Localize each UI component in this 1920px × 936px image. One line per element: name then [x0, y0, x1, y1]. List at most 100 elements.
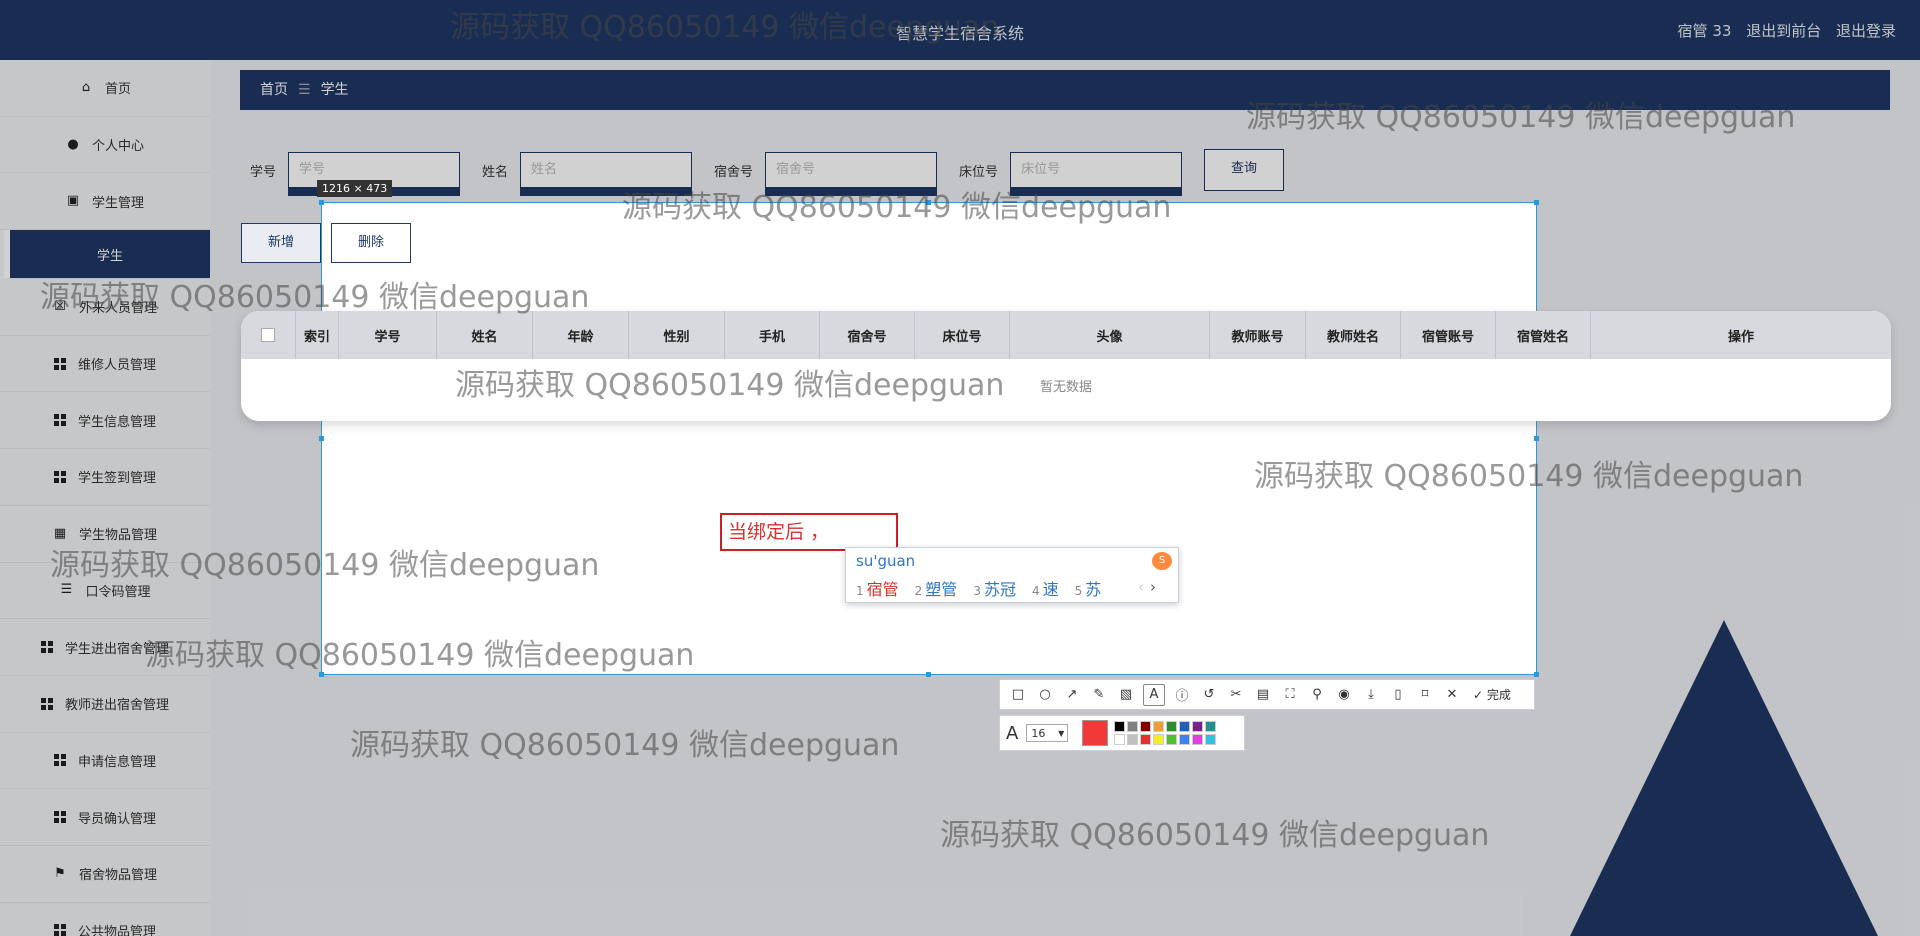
column-header: 宿舍号 [820, 311, 915, 359]
sidebar-item-student-mgmt[interactable]: ▣ 学生管理 [0, 173, 210, 231]
color-swatch[interactable] [1127, 734, 1139, 745]
user-area: 宿管 33 退出到前台 退出登录 [1668, 20, 1896, 41]
ime-candidate[interactable]: 1 宿管 [856, 576, 899, 600]
sidebar-item-public-goods[interactable]: 公共物品管理 [0, 903, 210, 936]
record-icon[interactable]: ◉ [1334, 685, 1354, 705]
sidebar-item-label: 维修人员管理 [77, 358, 156, 374]
font-size-select[interactable]: 16 [1026, 724, 1069, 743]
search-filters: 学号 学号 姓名 姓名 宿舍号 宿舍号 床位号 床位号 查询 [250, 149, 1285, 191]
capture-selection[interactable]: 新增 删除 索引 学号 姓名 年龄 性别 手机 宿舍号 床位号 头像 教师账号 … [241, 200, 1891, 677]
number-tool-icon[interactable]: ⓘ [1172, 685, 1192, 705]
arrow-tool-icon[interactable]: ↗ [1062, 685, 1082, 705]
color-swatch[interactable] [1179, 721, 1191, 732]
ime-candidate[interactable]: 3 苏冠 [973, 576, 1016, 600]
color-swatch[interactable] [1140, 721, 1152, 732]
resize-handle[interactable] [926, 672, 931, 677]
download-icon[interactable]: ⤓ [1361, 685, 1381, 705]
resize-handle[interactable] [1534, 200, 1539, 205]
name-input[interactable]: 姓名 [520, 152, 693, 188]
ellipse-tool-icon[interactable]: ○ [1035, 685, 1055, 705]
color-swatch[interactable] [1114, 734, 1126, 745]
sidebar-item-passcode[interactable]: ☰ 口令码管理 [0, 563, 210, 620]
pen-tool-icon[interactable]: ✎ [1089, 685, 1109, 705]
sidebar-item-repair[interactable]: 维修人员管理 [0, 336, 210, 393]
grid-icon [53, 414, 66, 427]
annotation-text-box[interactable]: 当绑定后 ， [720, 513, 898, 551]
column-header: 学号 [339, 311, 437, 359]
column-header: 床位号 [915, 311, 1010, 359]
logout-link[interactable]: 退出登录 [1836, 22, 1896, 40]
breadcrumb-home[interactable]: 首页 [260, 82, 288, 98]
mosaic-tool-icon[interactable]: ▧ [1116, 685, 1136, 705]
color-swatch[interactable] [1192, 721, 1204, 732]
ime-candidate[interactable]: 2 塑管 [915, 576, 958, 600]
flag-icon: ⚑ [54, 865, 66, 881]
resize-handle[interactable] [319, 436, 324, 441]
dorm-number-input[interactable]: 宿舍号 [765, 152, 938, 188]
bed-number-input[interactable]: 床位号 [1010, 152, 1183, 188]
user-icon: ● [67, 136, 79, 152]
done-button[interactable]: ✓ 完成 [1473, 686, 1511, 703]
query-button[interactable]: 查询 [1204, 149, 1285, 191]
color-swatch[interactable] [1205, 734, 1217, 745]
color-swatch[interactable] [1179, 734, 1191, 745]
ime-candidate[interactable]: 4速 [1032, 576, 1059, 600]
undo-icon[interactable]: ↺ [1199, 685, 1219, 705]
sidebar-item-profile[interactable]: ● 个人中心 [0, 117, 210, 174]
color-swatch[interactable] [1192, 734, 1204, 745]
color-swatch[interactable] [1127, 721, 1139, 732]
scissors-icon[interactable]: ✂ [1226, 685, 1246, 705]
sidebar-item-student[interactable]: 学生 [4, 230, 210, 280]
grid-icon [40, 697, 53, 710]
sidebar-item-student-info[interactable]: 学生信息管理 [0, 392, 210, 450]
front-link[interactable]: 退出到前台 [1746, 22, 1821, 40]
color-swatch[interactable] [1153, 721, 1165, 732]
delete-button[interactable]: 删除 [331, 223, 411, 263]
current-color-swatch[interactable] [1082, 720, 1109, 746]
column-header: 姓名 [437, 311, 533, 359]
sidebar-item-counselor[interactable]: 导员确认管理 [0, 789, 210, 846]
sidebar-item-label: 宿舍物品管理 [78, 868, 157, 884]
sidebar-item-goods[interactable]: ▦ 学生物品管理 [0, 506, 210, 563]
select-all-checkbox[interactable] [241, 311, 296, 359]
sidebar-item-applications[interactable]: 申请信息管理 [0, 733, 210, 790]
color-swatch[interactable] [1166, 734, 1178, 745]
color-swatch[interactable] [1205, 721, 1217, 732]
phone-icon[interactable]: ▯ [1388, 685, 1408, 705]
column-header: 索引 [296, 311, 339, 359]
resize-handle[interactable] [1534, 672, 1539, 677]
resize-handle[interactable] [319, 672, 324, 677]
sidebar-item-student-access[interactable]: 学生进出宿舍管理 [0, 619, 210, 676]
rectangle-tool-icon[interactable]: □ [1008, 685, 1028, 705]
pin-icon[interactable]: ⚲ [1307, 685, 1327, 705]
sidebar-item-checkin[interactable]: 学生签到管理 [0, 449, 210, 506]
ime-candidate[interactable]: 5苏 [1075, 576, 1102, 600]
sidebar-item-label: 学生物品管理 [78, 528, 157, 544]
resize-handle[interactable] [926, 200, 931, 205]
add-button[interactable]: 新增 [241, 223, 321, 263]
color-palette [1114, 721, 1217, 745]
color-swatch[interactable] [1140, 734, 1152, 745]
column-header: 教师姓名 [1306, 311, 1401, 359]
bookmark-icon[interactable]: ⌑ [1415, 685, 1435, 705]
resize-handle[interactable] [319, 200, 324, 205]
color-swatch[interactable] [1114, 721, 1126, 732]
filter-label: 床位号 [959, 164, 999, 180]
color-swatch[interactable] [1153, 734, 1165, 745]
long-capture-icon[interactable]: ⛶ [1280, 685, 1300, 705]
close-icon[interactable]: ✕ [1442, 685, 1462, 705]
user-label: 宿管 33 [1677, 22, 1732, 40]
sidebar-item-home[interactable]: ⌂ 首页 [0, 60, 210, 117]
color-swatch[interactable] [1166, 721, 1178, 732]
breadcrumb-current: 学生 [320, 82, 349, 98]
ime-next-page-icon[interactable]: ‹ › [1138, 578, 1156, 596]
sidebar-item-dorm-goods[interactable]: ⚑ 宿舍物品管理 [0, 846, 210, 903]
text-tool-icon[interactable]: A [1143, 683, 1165, 706]
sidebar-item-visitors[interactable]: ☒ 外来人员管理 [0, 279, 210, 336]
clipboard-icon: ▣ [66, 193, 80, 209]
resize-handle[interactable] [1534, 436, 1539, 441]
ocr-icon[interactable]: ▤ [1253, 685, 1273, 705]
sidebar-item-label: 个人中心 [91, 139, 144, 155]
sidebar-item-label: 外来人员管理 [78, 301, 157, 317]
sidebar-item-teacher-access[interactable]: 教师进出宿舍管理 [0, 676, 210, 733]
